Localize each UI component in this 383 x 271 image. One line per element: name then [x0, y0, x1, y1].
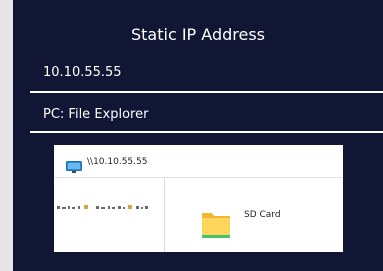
slide-title: Static IP Address: [130, 25, 265, 44]
slide-panel: Static IP Address 10.10.55.55 PC: File E…: [13, 0, 383, 271]
monitor-icon: [66, 156, 82, 173]
obscured-nav-items: [57, 205, 148, 209]
ip-address-text: 10.10.55.55: [43, 65, 122, 80]
divider: [30, 131, 383, 133]
pc-instruction-text: PC: File Explorer: [43, 107, 149, 122]
address-bar[interactable]: \\10.10.55.55: [54, 147, 343, 178]
file-explorer-screenshot: \\10.10.55.55 SD Card: [54, 145, 343, 252]
address-bar-text: \\10.10.55.55: [87, 157, 148, 167]
pane-divider: [164, 178, 165, 252]
folder-icon[interactable]: [201, 205, 231, 241]
folder-label[interactable]: SD Card: [244, 209, 281, 221]
navigation-pane: [54, 178, 164, 252]
divider: [30, 91, 383, 93]
